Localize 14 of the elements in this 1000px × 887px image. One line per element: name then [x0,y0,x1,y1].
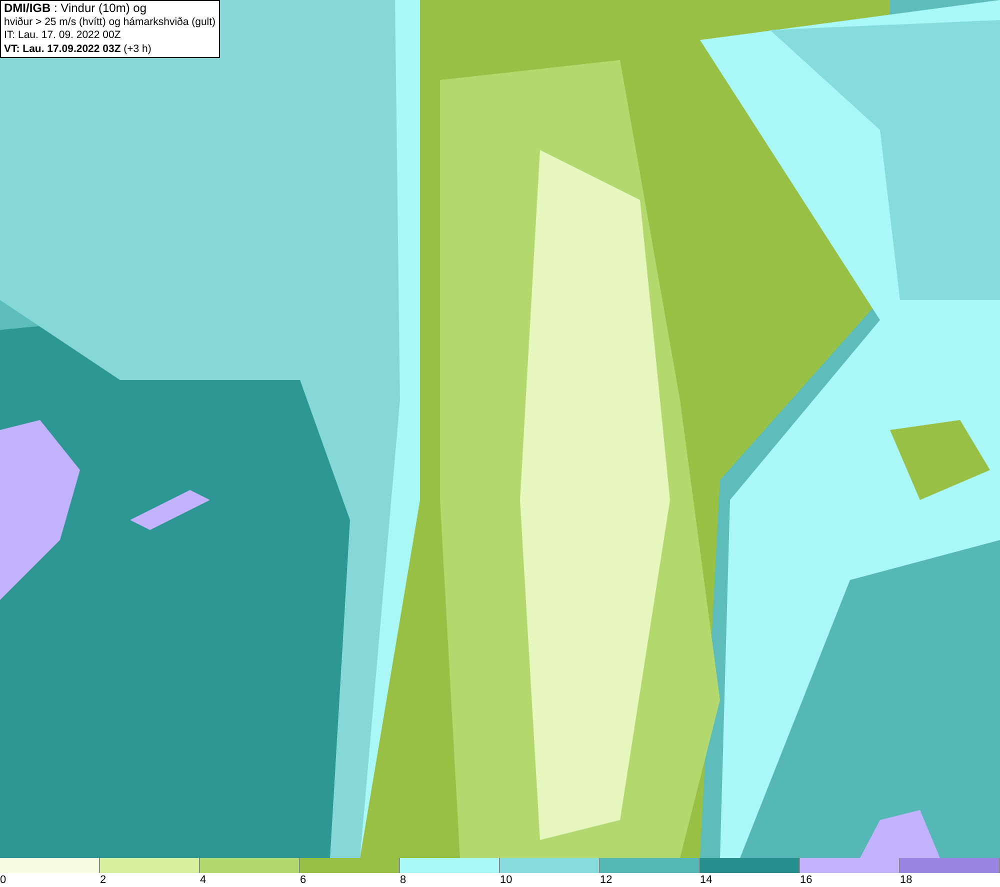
legend-label: 4 [200,873,206,887]
info-text: DMI/IGB : Vindur (10m) og [4,2,148,16]
legend-label: 8 [400,873,406,887]
legend-label: 16 [800,873,812,887]
legend-label: 14 [700,873,712,887]
legend-label: 6 [300,873,306,887]
legend-label: 12 [600,873,612,887]
info-text: hviður > 25 m/s (hvítt) og hámarkshviða (gult) [4,16,216,29]
info-text: IT: Lau. 17. 09. 2022 00Z [4,29,122,42]
legend-label: 10 [500,873,512,887]
info-text: VT: Lau. 17.09.2022 03Z (+3 h) [4,42,152,56]
legend-label: 2 [100,873,106,887]
legend-label: 18 [900,873,912,887]
legend-label: 0 [0,873,6,887]
